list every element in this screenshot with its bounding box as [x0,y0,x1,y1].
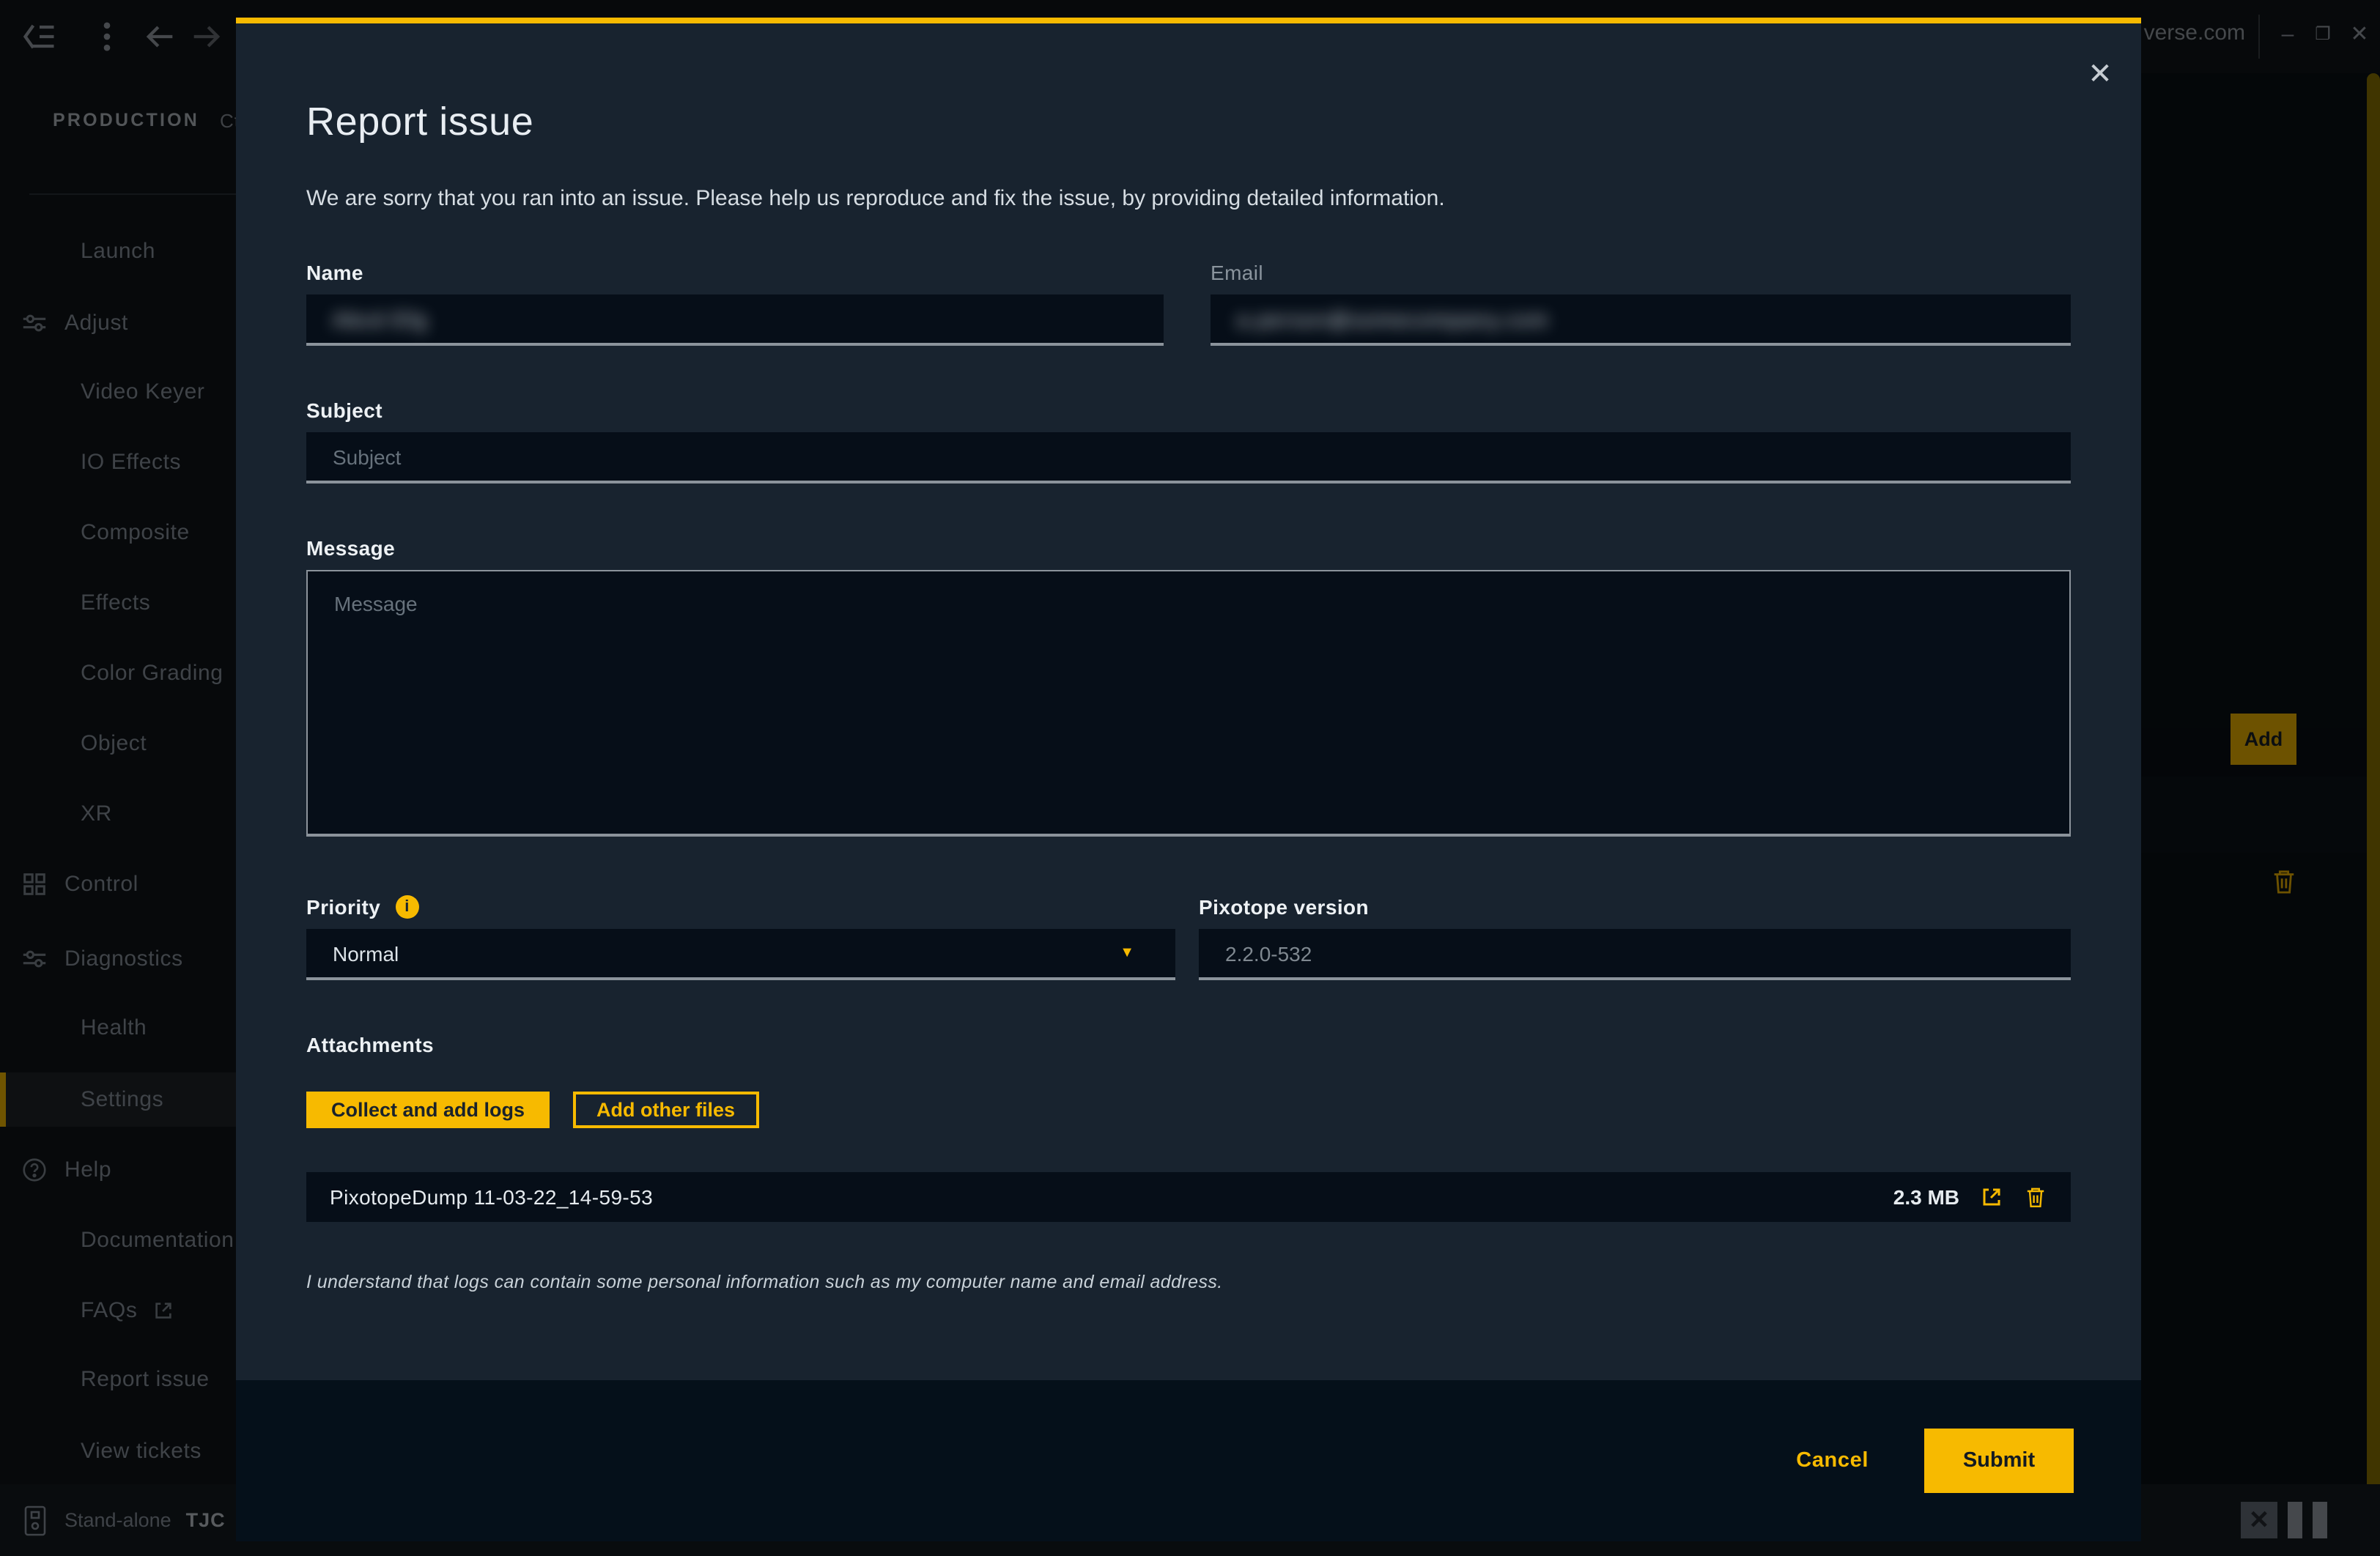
priority-select[interactable]: Normal ▼ [306,929,1175,980]
attachment-name: PixotopeDump 11-03-22_14-59-53 [330,1185,653,1209]
dialog-description: We are sorry that you ran into an issue.… [306,186,2071,211]
attachment-size: 2.3 MB [1893,1185,1959,1209]
dialog-footer: Cancel Submit [236,1380,2141,1541]
cancel-button[interactable]: Cancel [1796,1449,1869,1472]
name-redacted-value: Abcd Efg [333,307,428,330]
message-textarea[interactable] [306,570,2071,837]
submit-button[interactable]: Submit [1924,1429,2074,1493]
delete-attachment-icon[interactable] [2024,1185,2047,1209]
subject-label: Subject [306,399,2071,422]
info-icon[interactable]: i [395,895,418,919]
email-redacted-value: a.person@somecompany.com [1237,307,1549,330]
version-input[interactable] [1199,929,2071,980]
logs-privacy-note: I understand that logs can contain some … [306,1272,2071,1292]
name-label: Name [306,261,1164,284]
app-window: verse.com – ❐ ✕ PRODUCTION Ct Launch Adj… [0,0,2380,1556]
email-field[interactable]: a.person@somecompany.com [1211,294,2071,346]
email-label: Email [1211,261,2071,284]
collect-logs-button[interactable]: Collect and add logs [306,1092,550,1128]
priority-label: Priority [306,895,380,919]
message-label: Message [306,536,2071,560]
add-other-files-button[interactable]: Add other files [573,1092,758,1128]
subject-input[interactable] [306,432,2071,484]
attachments-label: Attachments [306,1033,2071,1056]
chevron-down-icon: ▼ [1120,945,1134,961]
name-field[interactable]: Abcd Efg [306,294,1164,346]
report-issue-dialog: ✕ Report issue We are sorry that you ran… [236,18,2141,1541]
dialog-close-icon[interactable]: ✕ [2080,53,2121,94]
dialog-title: Report issue [306,100,2071,145]
attachment-row: PixotopeDump 11-03-22_14-59-53 2.3 MB [306,1172,2071,1222]
open-external-icon[interactable] [1980,1185,2003,1209]
version-label: Pixotope version [1199,895,2071,919]
priority-selected-value: Normal [333,941,399,965]
